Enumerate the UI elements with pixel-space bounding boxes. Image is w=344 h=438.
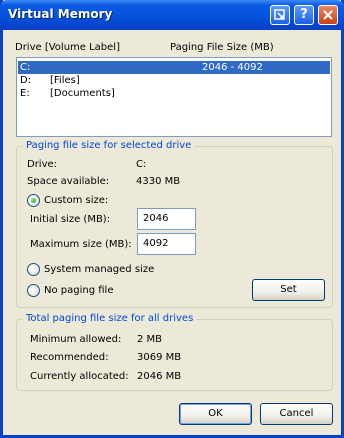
drive-row-c[interactable]: C: 2046 - 4092 <box>18 61 330 74</box>
drive-row-e[interactable]: E: [Documents] <box>18 87 330 100</box>
drive-letter: C: <box>20 62 31 73</box>
currently-allocated-label: Currently allocated: <box>30 371 129 382</box>
title-bar[interactable]: Virtual Memory ? <box>0 0 344 30</box>
total-paging-legend: Total paging file size for all drives <box>23 313 197 324</box>
space-available-label: Space available: <box>27 176 110 187</box>
drive-letter: E: <box>20 88 30 99</box>
set-button[interactable]: Set <box>252 279 325 301</box>
currently-allocated-value: 2046 MB <box>137 371 182 382</box>
drive-column-header: Drive [Volume Label] <box>15 42 120 53</box>
minimum-allowed-label: Minimum allowed: <box>30 334 122 345</box>
drive-letter: D: <box>20 75 32 86</box>
drive-volume-label: [Files] <box>50 75 80 86</box>
drive-value: C: <box>136 159 147 170</box>
initial-size-input[interactable]: 2046 <box>137 208 196 230</box>
drive-label: Drive: <box>27 159 58 170</box>
custom-size-radio[interactable] <box>27 194 40 207</box>
maximum-size-input[interactable]: 4092 <box>137 233 196 255</box>
close-icon[interactable] <box>318 5 338 25</box>
custom-size-label[interactable]: Custom size: <box>44 195 108 206</box>
selected-drive-legend: Paging file size for selected drive <box>23 140 195 151</box>
dialog-content: Drive [Volume Label] Paging File Size (M… <box>3 30 341 435</box>
size-column-header: Paging File Size (MB) <box>170 42 274 53</box>
ok-button[interactable]: OK <box>179 403 252 425</box>
drive-list[interactable]: C: 2046 - 4092 D: [Files] E: [Documents] <box>16 57 332 137</box>
system-managed-radio[interactable] <box>27 263 40 276</box>
window-title: Virtual Memory <box>8 7 113 21</box>
initial-size-label: Initial size (MB): <box>30 214 111 225</box>
space-available-value: 4330 MB <box>136 176 181 187</box>
no-paging-file-label[interactable]: No paging file <box>44 285 113 296</box>
selected-drive-group: Paging file size for selected drive Driv… <box>16 140 333 308</box>
maximum-size-label: Maximum size (MB): <box>30 239 132 250</box>
drive-row-d[interactable]: D: [Files] <box>18 74 330 87</box>
drive-volume-label: [Documents] <box>50 88 115 99</box>
recommended-label: Recommended: <box>30 352 109 363</box>
arrow-icon[interactable] <box>270 5 290 25</box>
recommended-value: 3069 MB <box>137 352 182 363</box>
help-icon[interactable]: ? <box>294 5 314 25</box>
virtual-memory-dialog: Virtual Memory ? Drive [Volume Label] Pa… <box>0 0 344 438</box>
no-paging-file-radio[interactable] <box>27 284 40 297</box>
system-managed-label[interactable]: System managed size <box>44 264 154 275</box>
minimum-allowed-value: 2 MB <box>137 334 163 345</box>
total-paging-group: Total paging file size for all drives Mi… <box>16 313 333 391</box>
drive-paging-size: 2046 - 4092 <box>202 62 263 73</box>
cancel-button[interactable]: Cancel <box>260 403 333 425</box>
